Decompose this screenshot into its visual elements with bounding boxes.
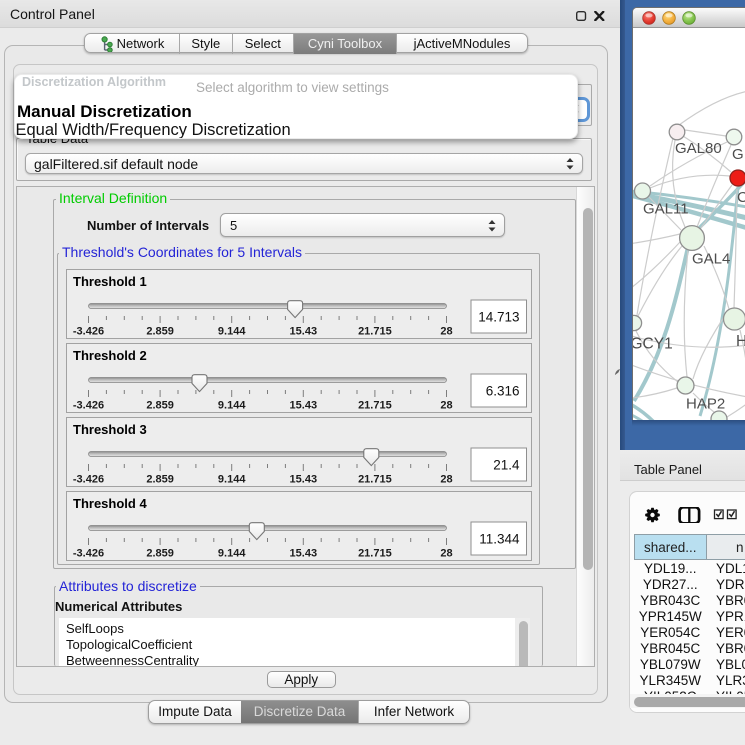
svg-text:Threshold 1: Threshold 1 bbox=[73, 274, 147, 289]
svg-text:15.43: 15.43 bbox=[289, 474, 317, 486]
svg-text:21.4: 21.4 bbox=[493, 458, 520, 473]
svg-text:6.316: 6.316 bbox=[485, 384, 519, 399]
svg-text:2.859: 2.859 bbox=[146, 474, 174, 486]
svg-text:11.344: 11.344 bbox=[479, 532, 520, 547]
svg-text:9.144: 9.144 bbox=[217, 400, 245, 412]
svg-text:21.715: 21.715 bbox=[358, 326, 392, 338]
svg-text:15.43: 15.43 bbox=[289, 548, 317, 560]
svg-text:2.859: 2.859 bbox=[146, 326, 174, 338]
svg-text:28: 28 bbox=[440, 548, 452, 560]
svg-text:9.144: 9.144 bbox=[217, 326, 245, 338]
svg-text:21.715: 21.715 bbox=[358, 474, 392, 486]
svg-text:C: C bbox=[737, 189, 745, 206]
svg-text:HAP2: HAP2 bbox=[686, 396, 725, 413]
svg-text:2.859: 2.859 bbox=[146, 400, 174, 412]
svg-text:-3.426: -3.426 bbox=[72, 548, 103, 560]
svg-text:28: 28 bbox=[440, 326, 452, 338]
svg-text:15.43: 15.43 bbox=[289, 400, 317, 412]
svg-text:14.713: 14.713 bbox=[478, 310, 519, 325]
svg-text:Threshold 4: Threshold 4 bbox=[73, 496, 147, 511]
svg-text:GCY1: GCY1 bbox=[633, 336, 673, 353]
svg-text:-3.426: -3.426 bbox=[72, 474, 103, 486]
svg-text:-3.426: -3.426 bbox=[72, 326, 103, 338]
svg-text:Threshold 3: Threshold 3 bbox=[73, 422, 147, 437]
svg-text:Threshold 2: Threshold 2 bbox=[73, 348, 147, 363]
svg-text:28: 28 bbox=[440, 400, 452, 412]
svg-text:9.144: 9.144 bbox=[217, 548, 245, 560]
svg-text:9.144: 9.144 bbox=[217, 474, 245, 486]
svg-text:-3.426: -3.426 bbox=[72, 400, 103, 412]
svg-text:GAL11: GAL11 bbox=[643, 201, 689, 218]
svg-text:21.715: 21.715 bbox=[358, 548, 392, 560]
svg-text:GAL80: GAL80 bbox=[675, 140, 722, 157]
svg-text:H: H bbox=[736, 333, 745, 350]
svg-text:2.859: 2.859 bbox=[146, 548, 174, 560]
svg-text:GAL4: GAL4 bbox=[692, 251, 730, 268]
svg-text:21.715: 21.715 bbox=[358, 400, 392, 412]
svg-text:15.43: 15.43 bbox=[289, 326, 317, 338]
svg-text:28: 28 bbox=[440, 474, 452, 486]
svg-text:G.: G. bbox=[732, 146, 745, 163]
